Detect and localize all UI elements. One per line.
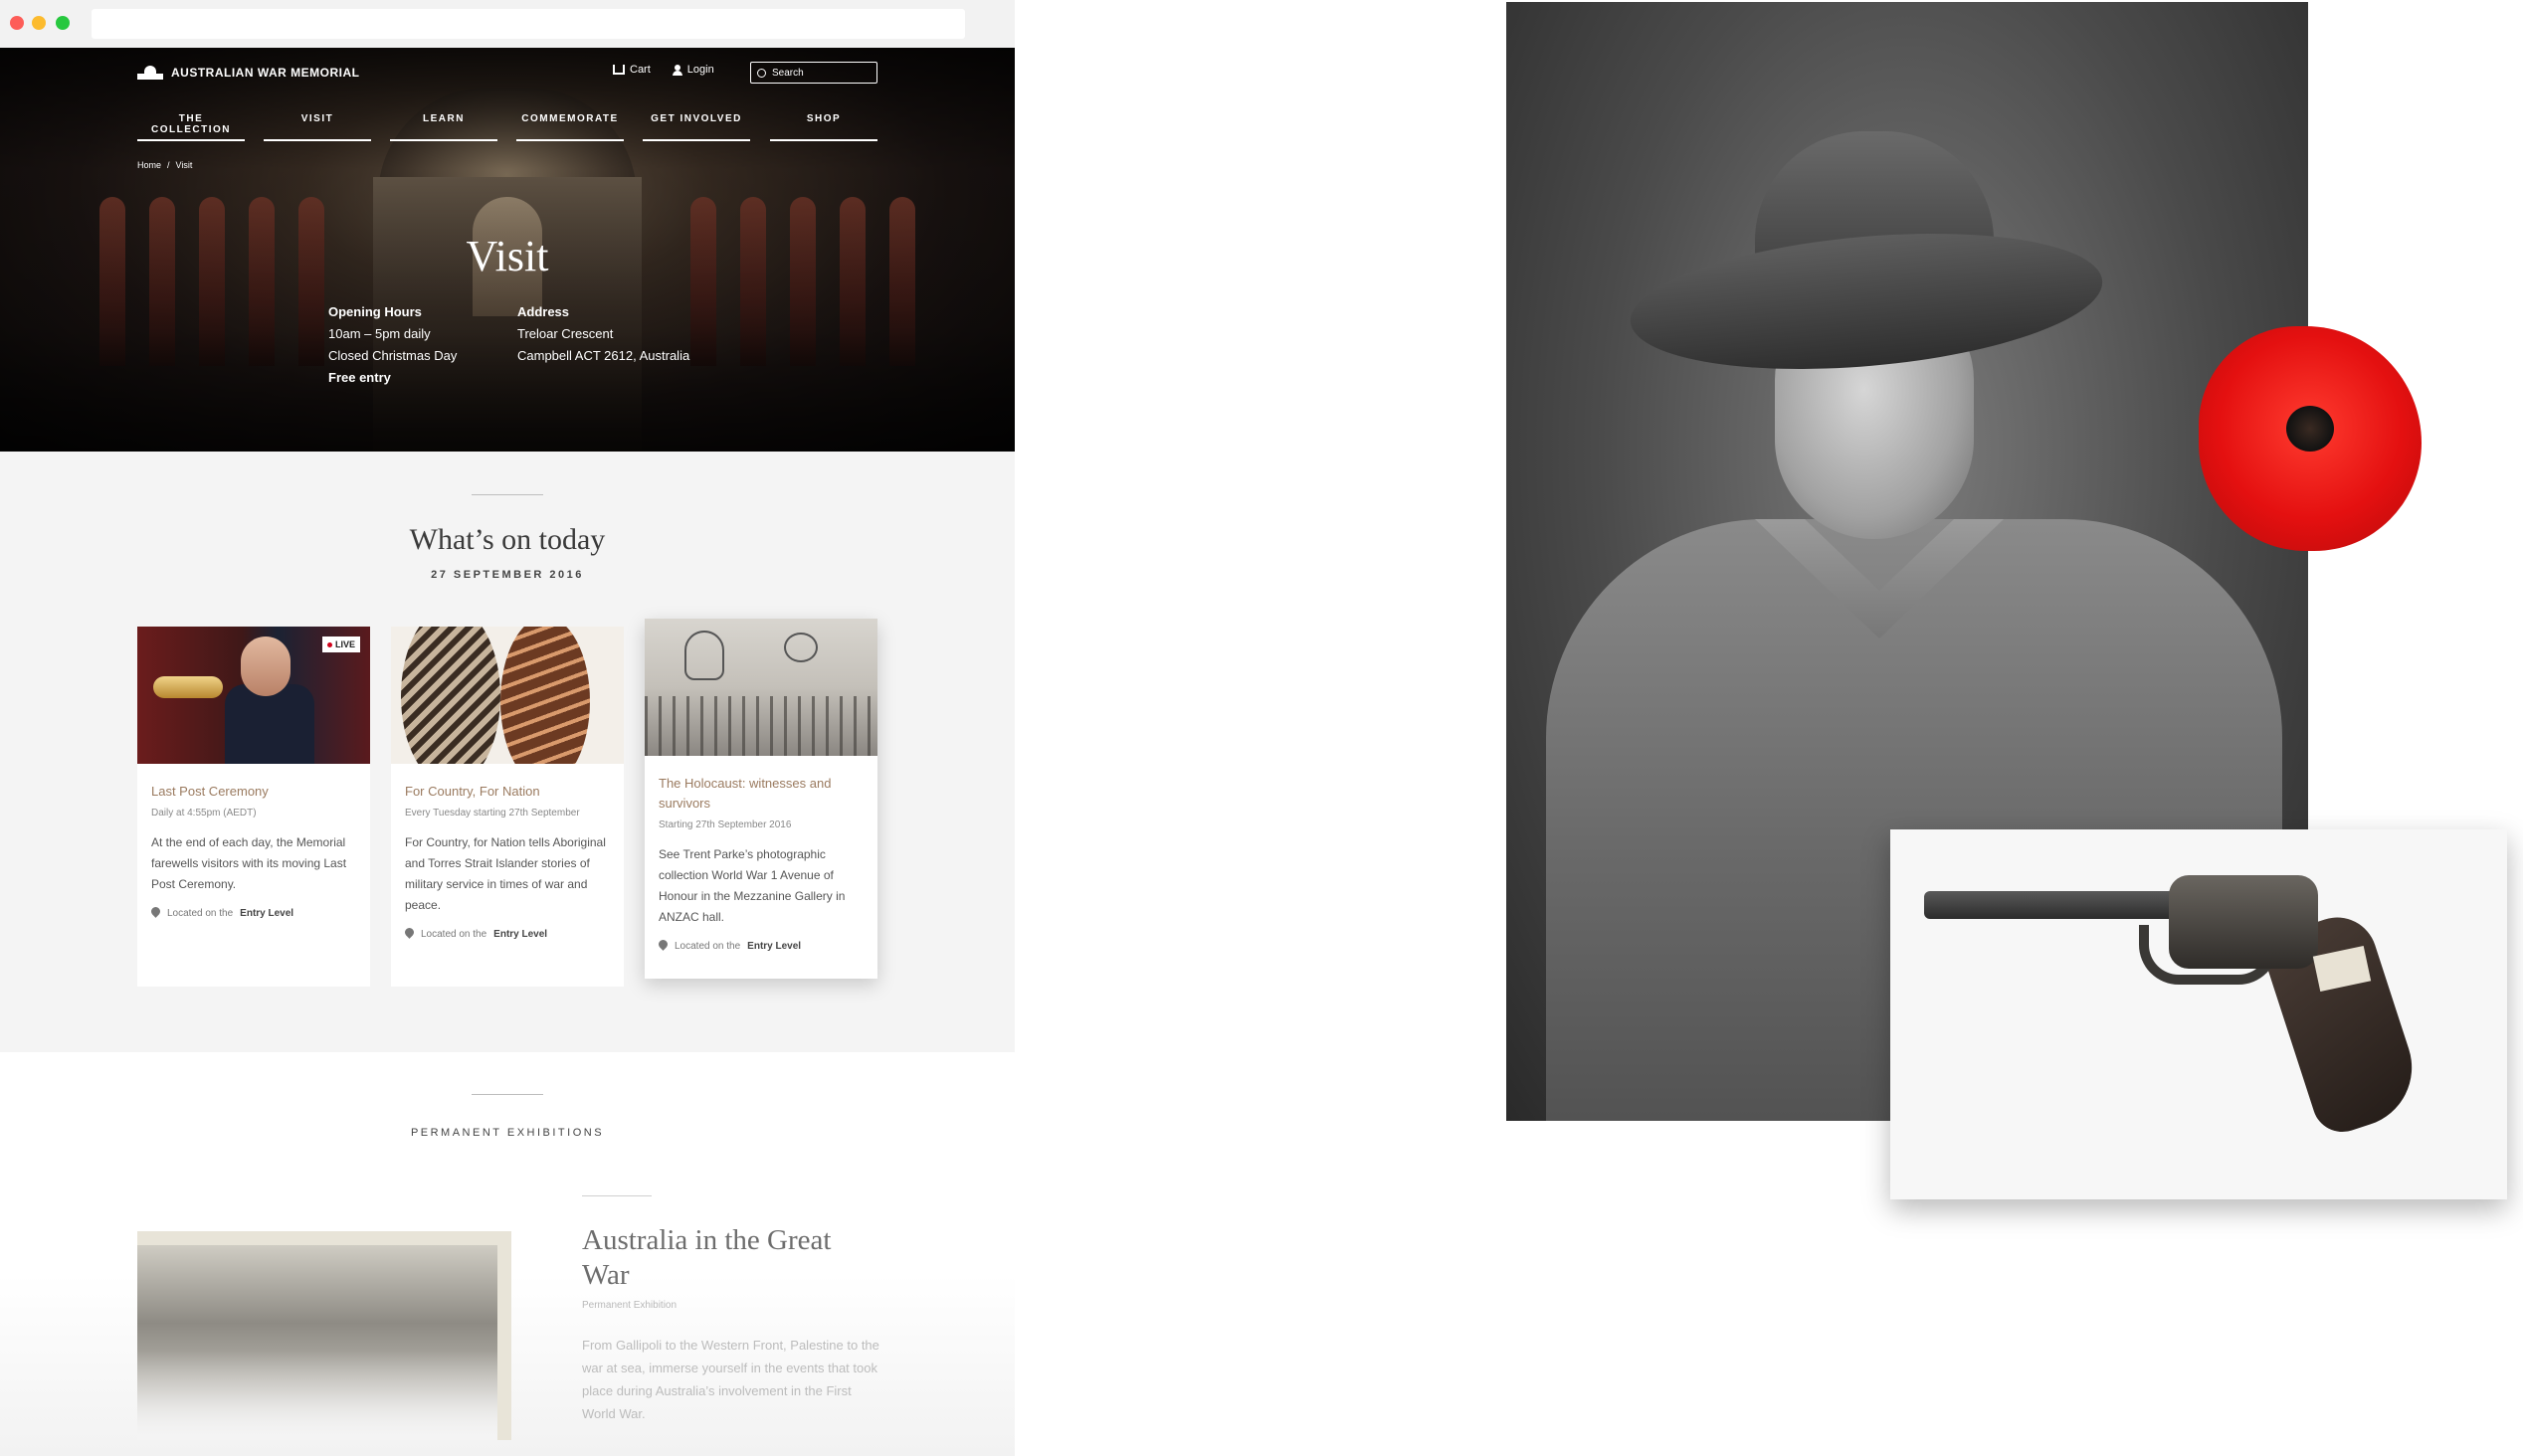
event-card-image — [645, 619, 877, 756]
location-pin-icon — [151, 907, 160, 919]
location-prefix: Located on the — [675, 940, 741, 952]
breadcrumb-separator: / — [167, 160, 170, 170]
poppy-center — [2286, 406, 2334, 452]
bugler-face-shape — [241, 637, 291, 696]
nav-shop[interactable]: SHOP — [770, 113, 877, 141]
bugle-shape — [153, 676, 223, 698]
portrait-hat-brim-shape — [1625, 216, 2108, 387]
event-card-description: At the end of each day, the Memorial far… — [151, 835, 347, 891]
bugler-suit-shape — [225, 684, 314, 764]
event-card-title[interactable]: Last Post Ceremony — [151, 782, 356, 802]
utility-nav: Cart Login — [613, 64, 714, 76]
nav-get-involved[interactable]: GET INVOLVED — [643, 113, 750, 141]
sketch-figure-shape — [784, 633, 818, 662]
shield-artwork-shape — [401, 627, 500, 764]
browser-window: AUSTRALIAN WAR MEMORIAL Cart Login THE C… — [0, 0, 1015, 1456]
sketch-lines-shape — [645, 696, 877, 756]
exhibition-subtitle: Permanent Exhibition — [582, 1300, 678, 1311]
cart-link[interactable]: Cart — [613, 64, 651, 76]
memorial-logo-icon — [137, 66, 163, 80]
breadcrumb: Home / Visit — [137, 160, 192, 170]
nav-learn[interactable]: LEARN — [390, 113, 497, 141]
site-name: AUSTRALIAN WAR MEMORIAL — [171, 66, 360, 80]
opening-hours-line: Closed Christmas Day — [328, 348, 458, 363]
exhibition-photo[interactable] — [137, 1231, 511, 1440]
event-card-time: Daily at 4:55pm (AEDT) — [151, 808, 257, 819]
event-card-image — [391, 627, 624, 764]
shield-artwork-shape — [500, 627, 590, 764]
permanent-exhibitions-title: PERMANENT EXHIBITIONS — [410, 1127, 605, 1139]
close-window-dot[interactable] — [10, 16, 24, 30]
exhibition-photo-image — [137, 1245, 497, 1440]
browser-chrome — [0, 0, 1015, 48]
whats-on-title: What’s on today — [409, 523, 606, 556]
revolver-barrel-shape — [1924, 891, 2191, 919]
minimize-window-dot[interactable] — [32, 16, 46, 30]
search-icon — [757, 68, 766, 78]
section-divider — [472, 494, 543, 495]
nav-visit[interactable]: VISIT — [264, 113, 371, 141]
revolver-cylinder-shape — [2169, 875, 2318, 969]
location-level: Entry Level — [240, 907, 294, 919]
breadcrumb-home[interactable]: Home — [137, 160, 161, 170]
user-icon — [672, 64, 682, 76]
cart-label: Cart — [630, 64, 651, 76]
event-card-time: Every Tuesday starting 27th September — [405, 808, 580, 819]
main-nav: THE COLLECTION VISIT LEARN COMMEMORATE G… — [137, 113, 877, 141]
location-pin-icon — [405, 928, 414, 940]
revolver-photo — [1890, 829, 2507, 1199]
event-card-time: Starting 27th September 2016 — [659, 819, 792, 830]
breadcrumb-current: Visit — [175, 160, 193, 170]
exhibition-divider — [582, 1195, 652, 1196]
cart-icon — [613, 65, 625, 75]
nav-the-collection[interactable]: THE COLLECTION — [137, 113, 245, 141]
opening-hours-heading: Opening Hours — [328, 304, 422, 319]
event-card[interactable]: LIVE Last Post Ceremony Daily at 4:55pm … — [137, 627, 370, 987]
address-bar[interactable] — [92, 9, 965, 39]
location-prefix: Located on the — [421, 928, 487, 940]
opening-hours-line: 10am – 5pm daily — [328, 326, 431, 341]
address-line: Treloar Crescent — [517, 326, 614, 341]
event-card-image: LIVE — [137, 627, 370, 764]
section-divider — [472, 1094, 543, 1095]
event-card-title[interactable]: The Holocaust: witnesses and survivors — [659, 774, 864, 814]
nav-commemorate[interactable]: COMMEMORATE — [516, 113, 624, 141]
page-title: Visit — [466, 232, 549, 280]
event-card-location: Located on the Entry Level — [151, 907, 356, 919]
location-level: Entry Level — [493, 928, 548, 940]
maximize-window-dot[interactable] — [56, 16, 70, 30]
live-badge: LIVE — [321, 637, 360, 652]
free-entry-text: Free entry — [328, 370, 391, 385]
event-card-location: Located on the Entry Level — [405, 928, 610, 940]
whats-on-date: 27 SEPTEMBER 2016 — [431, 569, 584, 581]
event-card-location: Located on the Entry Level — [659, 940, 864, 952]
sketch-skull-shape — [684, 631, 724, 680]
location-pin-icon — [659, 940, 668, 952]
search-box — [750, 62, 877, 84]
exhibition-title[interactable]: Australia in the Great War — [582, 1223, 880, 1293]
live-dot-icon — [326, 641, 332, 647]
location-prefix: Located on the — [167, 907, 234, 919]
live-badge-label: LIVE — [334, 639, 355, 649]
event-card[interactable]: For Country, For Nation Every Tuesday st… — [391, 627, 624, 987]
event-card[interactable]: The Holocaust: witnesses and survivors S… — [645, 619, 877, 979]
event-card-description: For Country, for Nation tells Aboriginal… — [405, 835, 606, 912]
login-label: Login — [686, 64, 714, 76]
opening-hours: Opening Hours 10am – 5pm daily Closed Ch… — [328, 301, 457, 389]
location-level: Entry Level — [747, 940, 802, 952]
login-link[interactable]: Login — [672, 64, 714, 76]
event-card-title[interactable]: For Country, For Nation — [405, 782, 610, 802]
address-block: Address Treloar Crescent Campbell ACT 26… — [517, 301, 689, 367]
event-card-description: See Trent Parke’s photographic collectio… — [659, 847, 846, 924]
exhibition-description: From Gallipoli to the Western Front, Pal… — [582, 1338, 879, 1421]
site-logo[interactable]: AUSTRALIAN WAR MEMORIAL — [137, 66, 359, 80]
address-heading: Address — [517, 304, 570, 319]
search-input[interactable] — [772, 67, 872, 79]
address-line: Campbell ACT 2612, Australia — [517, 348, 690, 363]
